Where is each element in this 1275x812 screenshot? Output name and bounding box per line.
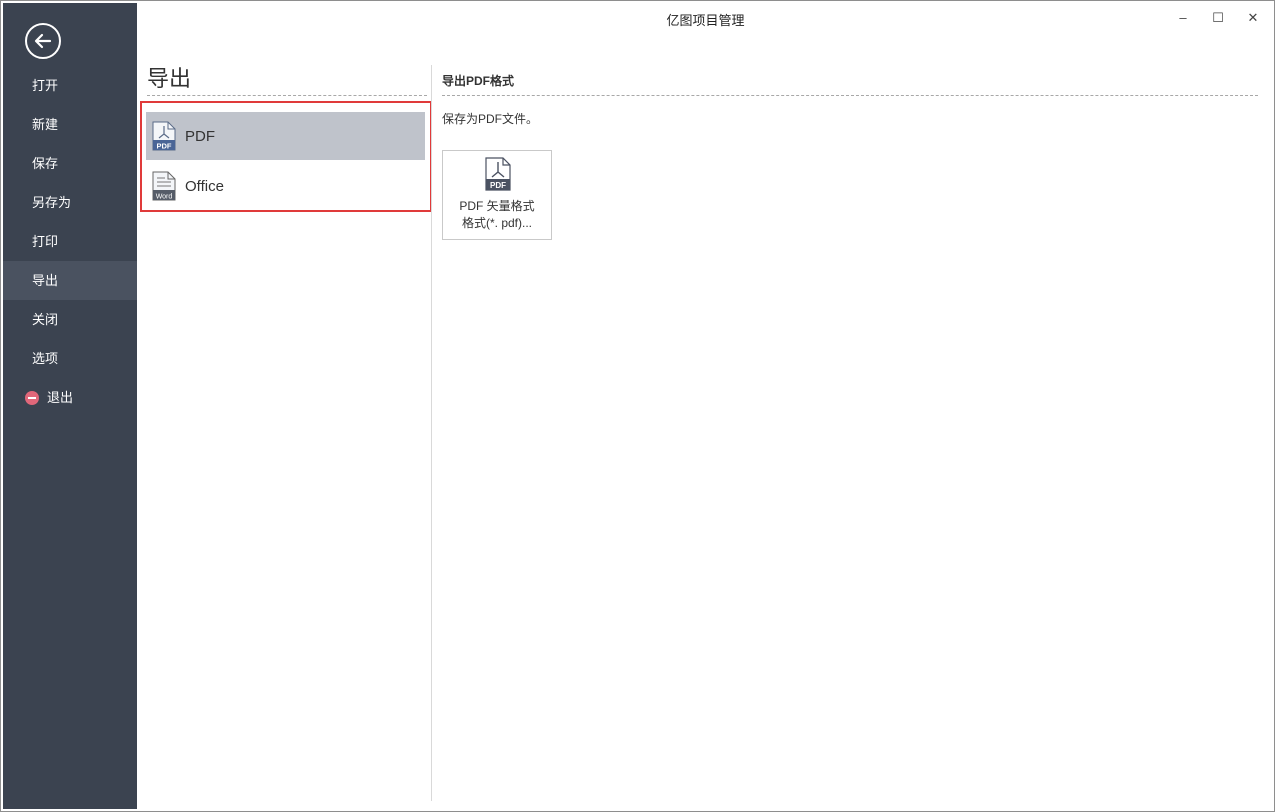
sidebar-item-close[interactable]: 关闭 xyxy=(3,300,137,339)
sidebar-item-new[interactable]: 新建 xyxy=(3,105,137,144)
sidebar-item-label: 打印 xyxy=(32,234,59,249)
sidebar-item-label: 另存为 xyxy=(32,195,72,210)
export-panel-title: 导出 xyxy=(147,66,192,91)
sidebar-item-open[interactable]: 打开 xyxy=(3,66,137,105)
sidebar-item-label: 关闭 xyxy=(32,312,59,327)
sidebar-menu: 打开 新建 保存 另存为 打印 导出 关闭 选项 退出 xyxy=(3,66,137,417)
minimize-button[interactable]: – xyxy=(1168,7,1198,29)
divider xyxy=(147,95,427,96)
sidebar-item-label: 导出 xyxy=(32,273,59,288)
divider xyxy=(442,95,1258,96)
maximize-button[interactable]: ☐ xyxy=(1203,7,1233,29)
sidebar: 打开 新建 保存 另存为 打印 导出 关闭 选项 退出 xyxy=(3,3,137,809)
highlight-box xyxy=(140,101,432,212)
card-caption-line1: PDF 矢量格式 xyxy=(459,199,535,213)
detail-description: 保存为PDF文件。 xyxy=(442,112,539,126)
sidebar-item-export[interactable]: 导出 xyxy=(3,261,137,300)
close-button[interactable]: ✕ xyxy=(1238,7,1268,29)
title-bar: 亿图项目管理 – ☐ ✕ xyxy=(137,3,1274,33)
sidebar-item-label: 退出 xyxy=(47,390,74,405)
pdf-file-icon: PDF xyxy=(485,157,511,191)
sidebar-item-options[interactable]: 选项 xyxy=(3,339,137,378)
panel-separator xyxy=(431,65,432,801)
export-pdf-vector-button[interactable]: PDF PDF 矢量格式 格式(*. pdf)... xyxy=(442,150,552,240)
sidebar-item-print[interactable]: 打印 xyxy=(3,222,137,261)
back-arrow-icon xyxy=(34,33,52,49)
svg-text:PDF: PDF xyxy=(490,181,506,190)
app-window: 打开 新建 保存 另存为 打印 导出 关闭 选项 退出 亿图项目管理 – ☐ ✕… xyxy=(0,0,1275,812)
sidebar-item-save[interactable]: 保存 xyxy=(3,144,137,183)
exit-icon xyxy=(25,390,39,405)
card-caption: PDF 矢量格式 格式(*. pdf)... xyxy=(443,198,551,232)
detail-title: 导出PDF格式 xyxy=(442,74,515,88)
sidebar-item-label: 新建 xyxy=(32,117,59,132)
window-title: 亿图项目管理 xyxy=(666,13,745,28)
sidebar-item-label: 选项 xyxy=(32,351,59,366)
sidebar-item-save-as[interactable]: 另存为 xyxy=(3,183,137,222)
sidebar-item-label: 保存 xyxy=(32,156,59,171)
sidebar-item-label: 打开 xyxy=(32,78,59,93)
card-caption-line2: 格式(*. pdf)... xyxy=(461,216,532,230)
back-button[interactable] xyxy=(25,23,61,59)
sidebar-item-exit[interactable]: 退出 xyxy=(3,378,137,417)
